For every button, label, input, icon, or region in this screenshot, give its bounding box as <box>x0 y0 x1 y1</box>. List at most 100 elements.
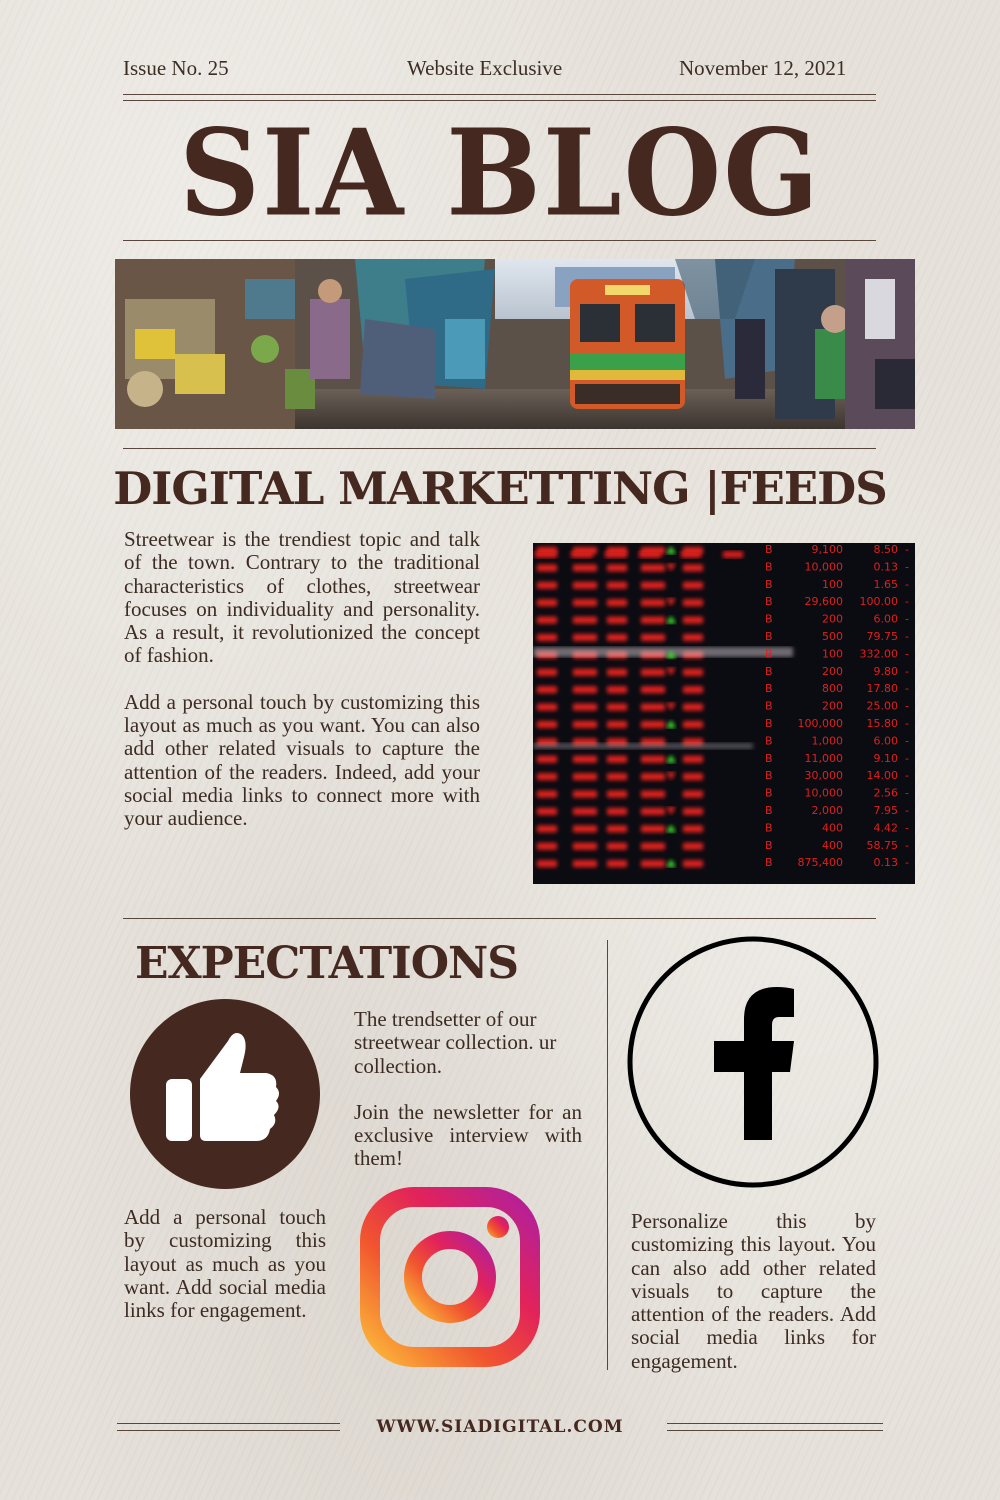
ticker-blur-cell <box>641 599 665 607</box>
thumbs-up-icon[interactable] <box>130 999 320 1189</box>
ticker-quantity: 30,000 <box>805 769 844 782</box>
ticker-price: 100.00 <box>860 595 899 608</box>
ticker-blur-cell <box>607 599 627 607</box>
ticker-blur-cell <box>607 581 627 589</box>
ticker-blur-cell <box>573 616 597 624</box>
ticker-blur-cell <box>683 720 703 728</box>
ticker-blur-cell <box>607 547 627 554</box>
ticker-blur-cell <box>641 790 665 798</box>
ticker-change-mark: - <box>905 700 909 713</box>
ticker-blur-cell <box>573 547 597 554</box>
ticker-quantity: 800 <box>822 682 843 695</box>
footer-website-link[interactable]: WWW.SIADIGITAL.COM <box>0 1417 1000 1437</box>
ticker-blur-cell <box>641 825 665 833</box>
ticker-quantity: 200 <box>822 700 843 713</box>
ticker-blur-cell <box>537 825 557 833</box>
ticker-price: 2.56 <box>874 787 899 800</box>
ticker-side-label: B <box>765 595 773 608</box>
ticker-price: 9.80 <box>874 665 899 678</box>
ticker-side-label: B <box>765 839 773 852</box>
expectations-middle-paragraph-2: Join the newsletter for an exclusive int… <box>354 1099 582 1171</box>
ticker-quantity: 200 <box>822 665 843 678</box>
facebook-icon[interactable] <box>626 935 880 1189</box>
ticker-blur-cell <box>537 668 557 676</box>
ticker-blur-cell <box>683 755 703 763</box>
issue-date: November 12, 2021 <box>679 56 847 80</box>
ticker-price: 332.00 <box>860 647 899 660</box>
masthead-title: SIA BLOG <box>179 104 821 243</box>
ticker-blur-cell <box>573 703 597 711</box>
ticker-blur-cell <box>607 790 627 798</box>
ticker-blur-cell <box>607 755 627 763</box>
ticker-blur-cell <box>641 633 665 641</box>
ticker-price: 7.95 <box>874 804 899 817</box>
ticker-side-label: B <box>765 682 773 695</box>
ticker-blur-cell <box>683 703 703 711</box>
ticker-quantity: 1,000 <box>812 734 844 747</box>
header-rule-top <box>123 94 876 95</box>
expectations-middle-text: The trendsetter of our streetwear collec… <box>354 1007 582 1171</box>
ticker-blur-cell <box>683 807 703 815</box>
ticker-blur-cell <box>641 581 665 589</box>
ticker-blur-cell <box>537 790 557 798</box>
ticker-side-label: B <box>765 665 773 678</box>
ticker-blur-cell <box>607 564 627 572</box>
ticker-price: 1.65 <box>874 578 899 591</box>
ticker-price: 14.00 <box>867 769 899 782</box>
ticker-blur-cell <box>641 755 665 763</box>
ticker-side-label: B <box>765 543 773 556</box>
ticker-blur-cell <box>573 686 597 694</box>
ticker-change-mark: - <box>905 613 909 626</box>
ticker-blur-cell <box>607 703 627 711</box>
stock-ticker-photo: B 9,100 8.50- B 10,000 0.13- B 100 1.65- B 29,600 1… <box>533 543 915 884</box>
ticker-side-label: B <box>765 647 773 660</box>
ticker-blur-cell <box>607 807 627 815</box>
ticker-price: 79.75 <box>867 630 899 643</box>
ticker-blur-cell <box>683 790 703 798</box>
ticker-blur-cell <box>607 686 627 694</box>
ticker-quantity: 10,000 <box>805 560 844 573</box>
ticker-blur-cell <box>683 547 703 554</box>
ticker-blur-cell <box>683 825 703 833</box>
ticker-change-mark: - <box>905 682 909 695</box>
ticker-blur-cell <box>641 564 665 572</box>
ticker-side-label: B <box>765 734 773 747</box>
ticker-quantity: 875,400 <box>798 856 844 869</box>
ticker-change-mark: - <box>905 595 909 608</box>
ticker-blur-cell <box>683 686 703 694</box>
expectations-left-paragraph: Add a personal touch by customizing this… <box>124 1205 326 1323</box>
ticker-quantity: 200 <box>822 613 843 626</box>
ticker-price: 0.13 <box>874 856 899 869</box>
ticker-blur-cell <box>537 773 557 781</box>
ticker-quantity: 2,000 <box>812 804 844 817</box>
ticker-blur-cell <box>573 807 597 815</box>
ticker-blur-cell <box>683 599 703 607</box>
ticker-blur-cell <box>607 773 627 781</box>
ticker-price: 0.13 <box>874 560 899 573</box>
ticker-blur-cell <box>573 720 597 728</box>
issue-number: Issue No. 25 <box>123 56 229 80</box>
ticker-side-label: B <box>765 821 773 834</box>
ticker-side-label: B <box>765 752 773 765</box>
stock-ticker-board: B 9,100 8.50 -B 10,000 0.13 -B 100 1.65 -B 29,600 1… <box>533 543 915 884</box>
ticker-change-mark: - <box>905 717 909 730</box>
ticker-blur-cell <box>537 564 557 572</box>
ticker-blur-cell <box>573 581 597 589</box>
feature-paragraph-1: Streetwear is the trendiest topic and ta… <box>124 527 480 668</box>
ticker-change-mark: - <box>905 821 909 834</box>
ticker-quantity: 400 <box>822 821 843 834</box>
ticker-price: 9.10 <box>874 752 899 765</box>
ticker-price: 8.50 <box>874 543 899 556</box>
ticker-blur-cell <box>607 720 627 728</box>
ticker-blur-cell <box>573 564 597 572</box>
ticker-quantity: 400 <box>822 839 843 852</box>
ticker-blur-cell <box>537 616 557 624</box>
ticker-blur-cell <box>537 755 557 763</box>
ticker-blur-cell <box>641 616 665 624</box>
ticker-change-mark: - <box>905 734 909 747</box>
ticker-quantity: 10,000 <box>805 787 844 800</box>
ticker-blur-cell <box>641 842 665 850</box>
ticker-blur-cell <box>573 755 597 763</box>
instagram-icon[interactable] <box>359 1186 541 1368</box>
ticker-side-label: B <box>765 717 773 730</box>
